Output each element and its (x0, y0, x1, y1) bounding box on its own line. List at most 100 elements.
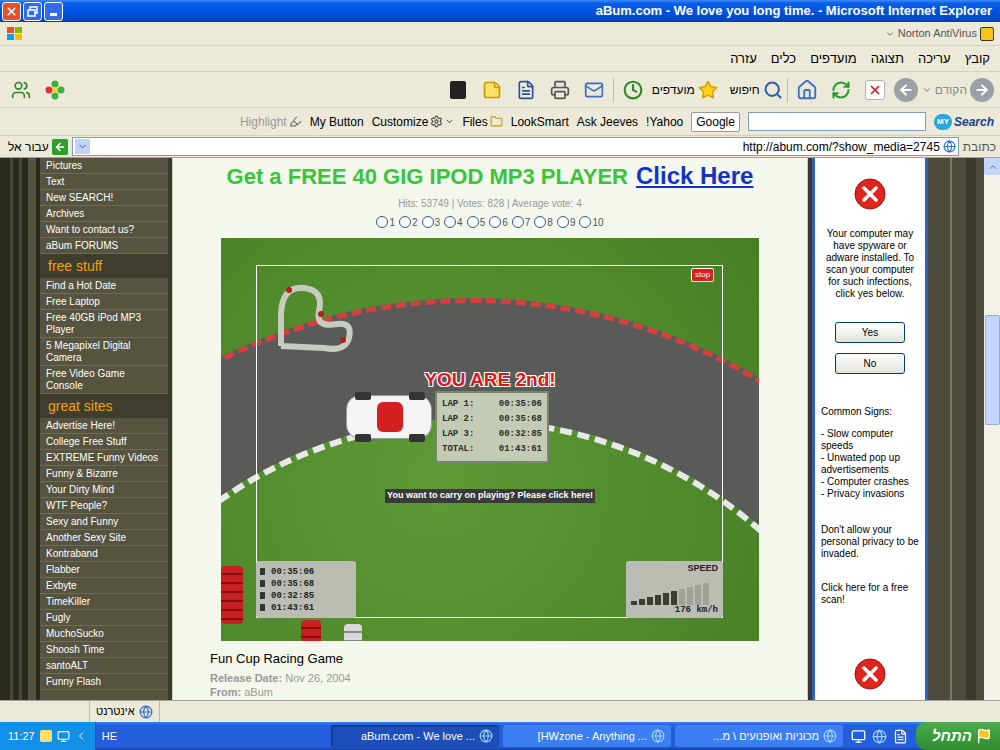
spyware-ad[interactable]: Your computer may have spyware or adware… (812, 158, 928, 700)
favorites-button[interactable]: מועדפים (652, 80, 718, 100)
menu-item[interactable]: קובץ (965, 49, 990, 69)
taskbar-task[interactable]: ... HWzone - Anything] (503, 725, 671, 747)
game-canvas[interactable]: stopYOU ARE 2nd!LAP 1:00:35:06LAP 2:00:3… (221, 238, 759, 641)
ad-button[interactable]: Yes (835, 322, 905, 343)
sidebar-item[interactable]: Sexy and Funny (40, 514, 168, 530)
sidebar-item[interactable]: santoALT (40, 658, 168, 674)
mail-button[interactable] (579, 75, 609, 105)
menu-item[interactable]: עריכה (918, 49, 951, 69)
network-icon[interactable] (57, 730, 70, 743)
continue-prompt[interactable]: You want to carry on playing? Please cli… (221, 489, 759, 503)
sidebar-item[interactable]: Kontraband (40, 546, 168, 562)
restore-button[interactable] (23, 2, 42, 21)
radio-button[interactable] (444, 216, 456, 228)
sidebar-item[interactable]: Fugly (40, 610, 168, 626)
rating-option[interactable]: 8 (534, 215, 553, 230)
scroll-up-button[interactable] (984, 158, 1000, 175)
word-icon[interactable] (893, 729, 908, 744)
sidebar-item[interactable]: Free 40GB iPod MP3 Player (40, 310, 168, 338)
taskbar-task[interactable]: ... aBum.com - We love (331, 725, 499, 747)
expand-tray-icon[interactable] (75, 730, 87, 742)
note-button[interactable] (477, 75, 507, 105)
search-button[interactable]: חיפוש (730, 80, 783, 100)
icq-button[interactable] (40, 75, 70, 105)
google-label[interactable]: Google (691, 112, 740, 132)
radio-button[interactable] (557, 216, 569, 228)
back-button[interactable]: הקודם (922, 78, 994, 102)
stop-button[interactable] (860, 75, 890, 105)
rating-option[interactable]: 2 (399, 215, 418, 230)
scroll-thumb[interactable] (985, 315, 1000, 425)
sidebar-item[interactable]: New SEARCH! (40, 190, 168, 206)
sidebar-item[interactable]: Pictures (40, 158, 168, 174)
sidebar-item[interactable]: EXTREME Funny Videos (40, 450, 168, 466)
google-toolbar-item[interactable]: Customize (372, 113, 455, 131)
refresh-button[interactable] (826, 75, 856, 105)
google-toolbar-item[interactable]: !Yahoo (646, 113, 683, 131)
google-toolbar-item[interactable]: Ask Jeeves (577, 113, 638, 131)
radio-button[interactable] (579, 216, 591, 228)
plugin-button[interactable] (443, 75, 473, 105)
ie-icon[interactable] (872, 729, 887, 744)
sidebar-item[interactable]: 5 Megapixel Digital Camera (40, 338, 168, 366)
sidebar-item[interactable]: Want to contact us? (40, 222, 168, 238)
sidebar-item[interactable]: Exbyte (40, 578, 168, 594)
sidebar-item[interactable]: Flabber (40, 562, 168, 578)
scan-link[interactable]: Click here for a free scan! (821, 582, 919, 606)
google-toolbar-item[interactable]: My Button (310, 113, 364, 131)
messenger-button[interactable] (6, 75, 36, 105)
desktop-icon[interactable] (851, 729, 866, 744)
norton-button[interactable]: Norton AntiVirus (885, 25, 994, 42)
radio-button[interactable] (422, 216, 434, 228)
sidebar-item[interactable]: WTF People? (40, 498, 168, 514)
sidebar-item[interactable]: Another Sexy Site (40, 530, 168, 546)
sidebar-item[interactable]: Archives (40, 206, 168, 222)
radio-button[interactable] (467, 216, 479, 228)
menu-item[interactable]: תצוגה (871, 49, 904, 69)
menu-item[interactable]: עזרה (730, 49, 757, 69)
google-toolbar-item[interactable]: Highlight (240, 113, 302, 131)
tray-app-icon[interactable] (40, 730, 52, 742)
rating-option[interactable]: 9 (557, 215, 576, 230)
rating-option[interactable]: 10 (579, 215, 603, 230)
address-dropdown[interactable] (75, 139, 90, 154)
banner-link[interactable]: Click Here (636, 158, 753, 194)
rating-option[interactable]: 1 (376, 215, 395, 230)
sidebar-item[interactable]: Funny & Bizarre (40, 466, 168, 482)
close-button[interactable] (2, 2, 21, 21)
menu-item[interactable]: מועדפים (810, 49, 857, 69)
sidebar-item[interactable]: Find a Hot Date (40, 278, 168, 294)
rating-option[interactable]: 6 (489, 215, 508, 230)
scrollbar[interactable] (984, 158, 1000, 700)
radio-button[interactable] (376, 216, 388, 228)
my-search-logo[interactable]: MYSearch (934, 113, 994, 131)
sidebar-item[interactable]: Shoosh Time (40, 642, 168, 658)
rating-option[interactable]: 7 (512, 215, 531, 230)
radio-button[interactable] (489, 216, 501, 228)
radio-button[interactable] (399, 216, 411, 228)
sidebar-item[interactable]: College Free Stuff (40, 434, 168, 450)
sidebar-item[interactable]: Your Dirty Mind (40, 482, 168, 498)
ad-button[interactable]: No (835, 353, 905, 374)
sidebar-item[interactable]: Free Video Game Console (40, 366, 168, 394)
sidebar-item[interactable]: MuchoSucko (40, 626, 168, 642)
sidebar-item[interactable]: aBum FORUMS (40, 238, 168, 254)
start-button[interactable]: התחל (916, 722, 1000, 750)
go-button[interactable]: עבור אל (4, 138, 68, 156)
minimize-button[interactable] (44, 2, 63, 21)
sidebar-item[interactable]: Funny Flash (40, 674, 168, 690)
sidebar-item[interactable]: TimeKiller (40, 594, 168, 610)
language-indicator[interactable]: HE (96, 728, 123, 745)
google-toolbar-item[interactable]: Files (462, 113, 502, 131)
print-button[interactable] (545, 75, 575, 105)
banner[interactable]: Get a FREE 40 GIG IPOD MP3 PLAYERClick H… (227, 158, 754, 194)
stop-game-button[interactable]: stop (691, 268, 714, 282)
rating-option[interactable]: 5 (467, 215, 486, 230)
taskbar-task[interactable]: מכוניות ואופנועים \ מ... (675, 725, 843, 747)
home-button[interactable] (792, 75, 822, 105)
sidebar-item[interactable]: Text (40, 174, 168, 190)
forward-button[interactable] (894, 78, 918, 102)
menu-item[interactable]: כלים (771, 49, 796, 69)
word-button[interactable] (511, 75, 541, 105)
history-button[interactable] (618, 75, 648, 105)
